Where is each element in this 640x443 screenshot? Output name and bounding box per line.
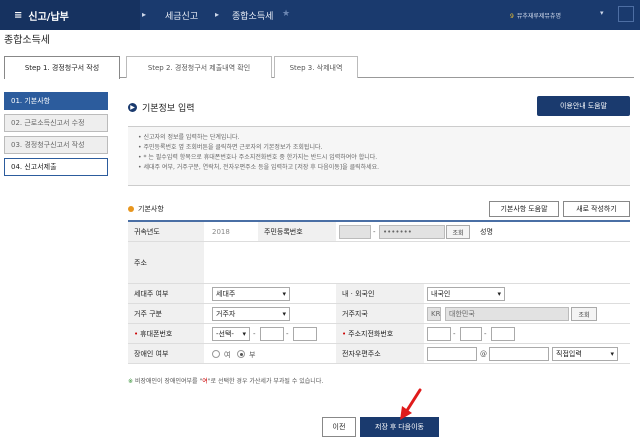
email-at-sign: @ (480, 350, 487, 358)
ssn-back-input[interactable]: ••••••• (379, 225, 445, 239)
notice-box: 신고자의 정보를 입력하는 단계입니다. 주민등록번호 옆 조회버튼을 클릭하면… (128, 126, 630, 186)
tab-step-1[interactable]: Step 1. 경정청구서 작성 (4, 56, 120, 79)
notice-item: 주민등록번호 옆 조회버튼을 클릭하면 근로자의 기본정보가 조회됩니다. (138, 143, 620, 153)
rewrite-button[interactable]: 새로 작성하기 (563, 201, 630, 217)
step-tabs: Step 1. 경정청구서 작성 Step 2. 경정청구서 제출내역 확인 S… (4, 56, 634, 79)
notice-item: 신고자의 정보를 입력하는 단계입니다. (138, 133, 620, 143)
country-name-input[interactable]: 대한민국 (445, 307, 569, 321)
country-code-input[interactable]: KR (427, 307, 441, 321)
ssn-front-input[interactable] (339, 225, 371, 239)
sidenav-item-earned-income[interactable]: 02. 근로소득신고서 수정 (4, 114, 108, 132)
star-icon[interactable]: ★ (282, 9, 290, 19)
mobile-label: 휴대폰번호 (128, 324, 204, 343)
household-head-select[interactable]: 세대주 (212, 287, 290, 301)
disability-label: 장애인 여부 (128, 344, 204, 363)
email-id-input[interactable] (427, 347, 477, 361)
household-head-label: 세대주 여부 (128, 284, 204, 303)
nationality-label: 내 · 외국인 (336, 284, 424, 303)
email-domain-select[interactable]: 직접입력 (552, 347, 618, 361)
chevron-down-icon[interactable]: ▾ (600, 9, 604, 17)
disability-yes-radio[interactable] (212, 350, 220, 358)
notice-item: 세대주 여부, 거주구분, 연락처, 전자우편주소 등을 입력하고 [저장 후 … (138, 163, 620, 173)
mobile-dash: - (286, 330, 289, 338)
arrow-circle-icon: ▶ (128, 103, 137, 112)
form-row: 휴대폰번호 -선택- - - 주소지전화번호 - - (128, 324, 630, 344)
top-bar: ≡ 신고/납부 ▸ 세금신고 ▸ 종합소득세 ★ 9 뮤추재루제뮤츄명 ▾ (0, 0, 640, 30)
basic-help-button[interactable]: 기본사항 도움말 (489, 201, 559, 217)
tab-step-3[interactable]: Step 3. 삭제내역 (274, 56, 358, 78)
residence-type-select[interactable]: 거주자 (212, 307, 290, 321)
orange-dot-icon (128, 206, 134, 212)
form-row: 귀속년도 2018 주민등록번호 - ••••••• 조회 성명 (128, 222, 630, 242)
basic-info-title: 기본사항 (128, 204, 164, 214)
hamburger-icon: ≡ (14, 9, 23, 21)
ssn-label: 주민등록번호 (258, 222, 336, 241)
address-label: 주소 (128, 242, 204, 283)
mobile-last-input[interactable] (293, 327, 317, 341)
name-label: 성명 (474, 222, 530, 241)
home-tel-last-input[interactable] (491, 327, 515, 341)
chevron-right-icon: ▸ (215, 10, 220, 19)
user-name: 뮤추재루제뮤츄명 (516, 13, 561, 20)
user-info[interactable]: 9 뮤추재루제뮤츄명 (510, 11, 561, 20)
disability-yes-label: 여 (224, 351, 231, 359)
footnote-text-post: "로 선택한 경우 가산세가 부과될 수 있습니다. (207, 378, 324, 385)
form-row: 세대주 여부 세대주 내 · 외국인 내국인 (128, 284, 630, 304)
section-title: ▶ 기본정보 입력 (128, 101, 195, 114)
sidenav-item-correction[interactable]: 03. 경정청구신고서 작성 (4, 136, 108, 154)
chevron-right-icon: ▸ (142, 10, 147, 19)
tab-step-2[interactable]: Step 2. 경정청구서 제출내역 확인 (126, 56, 272, 78)
year-value: 2018 (212, 228, 230, 236)
prev-button[interactable]: 이전 (322, 417, 356, 437)
note-mark: ※ (128, 378, 134, 385)
notice-item: * 는 필수입력 항목으로 휴대폰번호나 주소지전화번호 중 한가지는 반드시 … (138, 153, 620, 163)
basic-info-title-text: 기본사항 (138, 205, 164, 213)
home-tel-first-input[interactable] (427, 327, 451, 341)
breadcrumb-tax-filing[interactable]: 세금신고 (165, 9, 198, 22)
disability-no-label: 부 (249, 351, 256, 359)
form-row: 거주 구분 거주자 거주지국 KR 대한민국 조회 (128, 304, 630, 324)
home-tel-dash: - (484, 330, 487, 338)
red-arrow-icon (400, 388, 422, 420)
footnote-text-pre: 비장애인이 장애인여부를 " (134, 378, 203, 385)
home-tel-dash: - (453, 330, 456, 338)
year-label: 귀속년도 (128, 222, 204, 241)
basic-info-form: 귀속년도 2018 주민등록번호 - ••••••• 조회 성명 주소 세대주 … (128, 220, 630, 370)
ssn-lookup-button[interactable]: 조회 (446, 225, 470, 239)
mobile-mid-input[interactable] (260, 327, 284, 341)
usage-help-button[interactable]: 이용안내 도움말 (537, 96, 630, 116)
email-domain-input[interactable] (489, 347, 549, 361)
mobile-prefix-select[interactable]: -선택- (212, 327, 250, 341)
form-row: 장애인 여부 여 부 전자우편주소 @ 직접입력 (128, 344, 630, 364)
residence-type-label: 거주 구분 (128, 304, 204, 323)
breadcrumb-income-tax[interactable]: 종합소득세 (232, 9, 273, 22)
user-dot-icon: 9 (510, 13, 514, 20)
section-title-text: 기본정보 입력 (142, 104, 195, 114)
side-nav: 01. 기본사항 02. 근로소득신고서 수정 03. 경정청구신고서 작성 0… (4, 92, 108, 180)
disability-no-radio[interactable] (237, 350, 245, 358)
nationality-select[interactable]: 내국인 (427, 287, 505, 301)
ssn-dash: - (373, 228, 376, 236)
mobile-dash: - (253, 330, 256, 338)
home-tel-label: 주소지전화번호 (336, 324, 424, 343)
form-row: 주소 (128, 242, 630, 284)
disability-footnote: ※ 비장애인이 장애인여부를 "여"로 선택한 경우 가산세가 부과될 수 있습… (128, 376, 323, 385)
page-title: 종합소득세 (4, 35, 50, 46)
home-tel-mid-input[interactable] (460, 327, 482, 341)
residence-country-label: 거주지국 (336, 304, 424, 323)
country-lookup-button[interactable]: 조회 (571, 307, 597, 321)
menu-title: 신고/납부 (28, 11, 69, 23)
sidenav-item-basic[interactable]: 01. 기본사항 (4, 92, 108, 110)
menu-button[interactable]: ≡ 신고/납부 (0, 0, 140, 30)
email-label: 전자우편주소 (336, 344, 424, 363)
window-box-icon[interactable] (618, 6, 634, 22)
sidenav-item-submit[interactable]: 04. 신고서제출 (4, 158, 108, 176)
